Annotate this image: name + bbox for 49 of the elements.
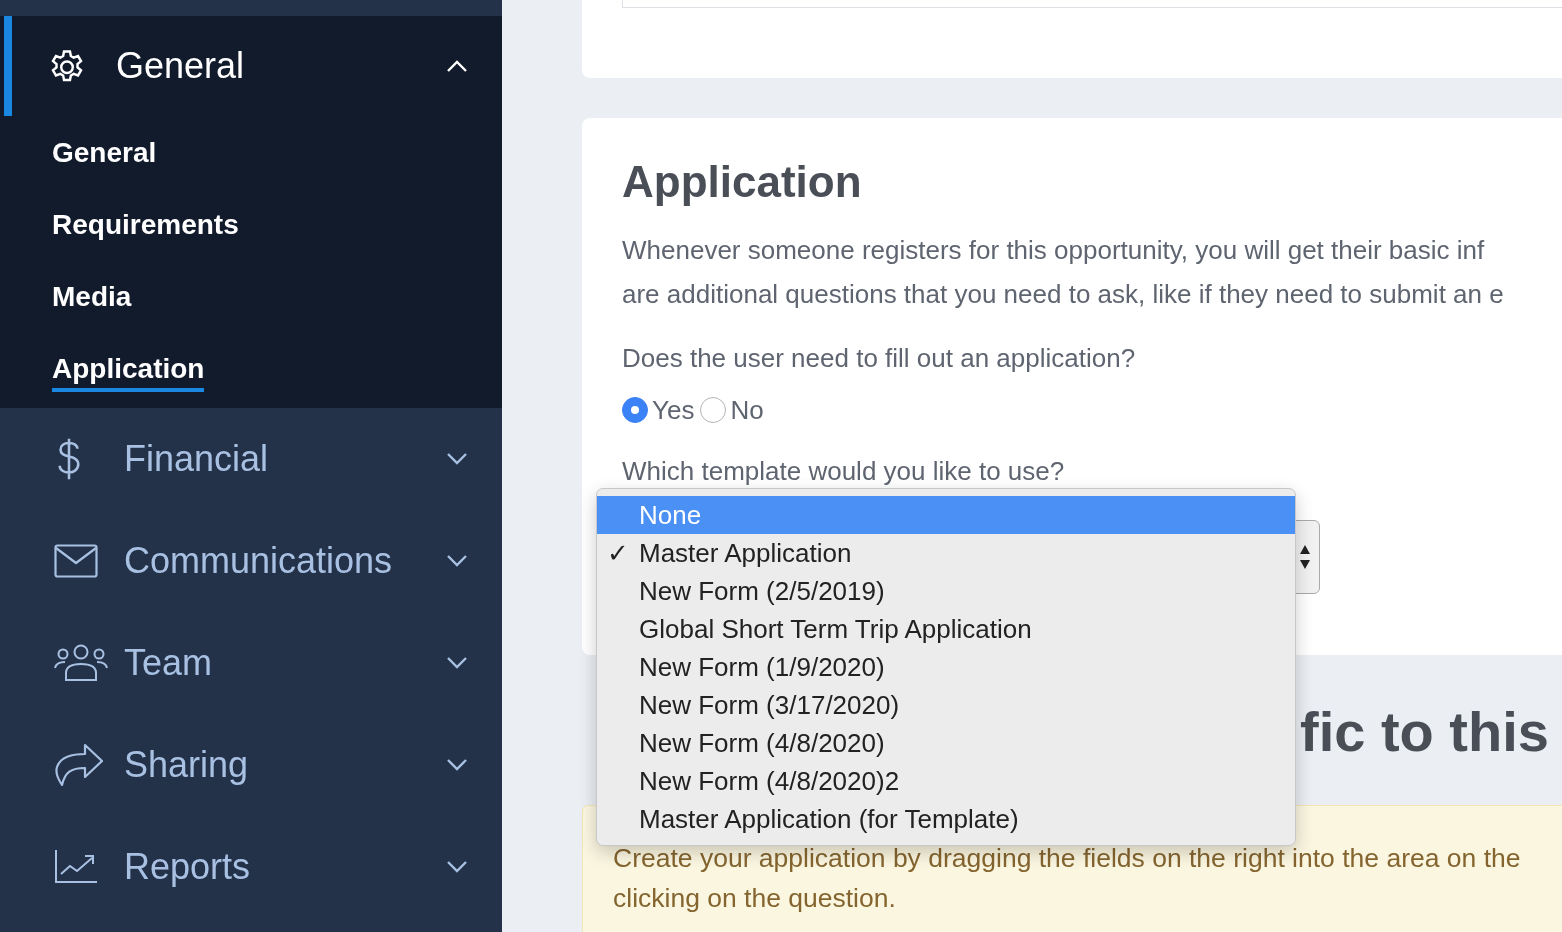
card-title: Application: [622, 156, 863, 208]
sidebar-group-header[interactable]: Reports: [4, 816, 502, 918]
sidebar-item[interactable]: General: [52, 136, 157, 176]
radio-option[interactable]: Yes: [622, 394, 695, 426]
sidebar-item[interactable]: Media: [52, 280, 132, 320]
section-heading: fic to this: [1300, 698, 1549, 764]
people-icon: [54, 644, 108, 682]
share-arrow-icon: [54, 743, 104, 787]
sidebar-item[interactable]: Requirements: [52, 208, 239, 248]
envelope-icon: [54, 544, 98, 578]
sidebar-group-label: Communications: [124, 540, 394, 582]
sidebar-group-label: Financial: [124, 438, 270, 480]
notice-text: clicking on the question.: [613, 882, 897, 915]
notice-text: Create your application by dragging the fields on the right into the area on the: [613, 842, 1522, 875]
chevron-down-icon: [446, 860, 468, 874]
text-field[interactable]: [622, 0, 1562, 8]
sidebar-group-header[interactable]: Communications: [4, 510, 502, 612]
radio-button[interactable]: [700, 397, 727, 423]
question-text: Does the user need to fill out an application?: [622, 342, 1137, 375]
sidebar-group-header[interactable]: Team: [4, 612, 502, 714]
sidebar-group-label: General: [116, 45, 246, 87]
sidebar-group-header[interactable]: Sharing: [4, 714, 502, 816]
description-line: are additional questions that you need to ask, like if they need to submit an e: [622, 278, 1505, 311]
chevron-down-icon: [446, 758, 468, 772]
sidebar-group-header[interactable]: Financial: [4, 408, 502, 510]
dropdown-option[interactable]: Global Short Term Trip Application: [597, 610, 1295, 648]
chevron-down-icon: [446, 554, 468, 568]
dropdown-option[interactable]: New Form (1/9/2020): [597, 648, 1295, 686]
dropdown-option[interactable]: New Form (4/8/2020)2: [597, 762, 1295, 800]
sidebar-group-label: Sharing: [124, 744, 250, 786]
dropdown-option[interactable]: New Form (4/8/2020): [597, 724, 1295, 762]
sidebar-group-label: Reports: [124, 846, 252, 888]
field-label: Which template would you like to use?: [622, 456, 1066, 486]
radio-option[interactable]: No: [700, 394, 764, 426]
dropdown-option[interactable]: ✓ Master Application: [597, 534, 1295, 572]
line-chart-icon: [54, 850, 98, 884]
chevron-down-icon: [446, 452, 468, 466]
chevron-up-icon: [446, 59, 468, 73]
up-down-arrows-icon: [1299, 543, 1311, 571]
dropdown-option[interactable]: New Form (2/5/2019): [597, 572, 1295, 610]
dropdown-option[interactable]: Master Application (for Template): [597, 800, 1295, 838]
description-line: Whenever someone registers for this opportunity, you will get their basic inf: [622, 234, 1486, 267]
radio-button[interactable]: [622, 397, 648, 423]
chevron-down-icon: [446, 656, 468, 670]
sidebar-item[interactable]: Application: [52, 352, 205, 392]
sidebar-group-label: Team: [124, 642, 214, 684]
sidebar-group-header[interactable]: General: [4, 16, 502, 116]
dropdown-option[interactable]: New Form (3/17/2020): [597, 686, 1295, 724]
checkmark-icon: ✓: [607, 537, 629, 569]
